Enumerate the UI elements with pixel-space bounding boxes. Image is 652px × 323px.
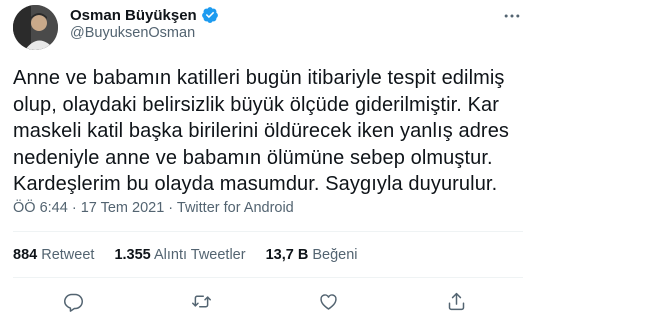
more-icon <box>504 14 520 18</box>
retweets-stat[interactable]: 884 Retweet <box>13 247 94 263</box>
divider <box>13 277 523 278</box>
likes-stat[interactable]: 13,7 B Beğeni <box>266 247 358 263</box>
avatar-image <box>13 5 58 50</box>
divider <box>13 231 523 232</box>
retweets-label: Retweet <box>41 247 95 263</box>
quotes-label: Alıntı Tweetler <box>153 247 246 263</box>
like-button[interactable] <box>314 287 342 315</box>
likes-count: 13,7 B <box>265 247 309 263</box>
tweet-text-line: olup, olaydaki belirsizlik büyük ölçüde … <box>13 93 500 116</box>
tweet-text-line: nedeniyle anne ve babamın ölümüne sebep … <box>13 146 493 169</box>
retweets-count: 884 <box>13 247 38 263</box>
share-button[interactable] <box>442 287 470 315</box>
quotes-stat[interactable]: 1.355 Alıntı Tweetler <box>114 247 245 263</box>
name-row: Osman Büyükşen <box>70 6 219 24</box>
tweet-card: Osman Büyükşen @BuyuksenOsman Anne ve ba… <box>0 0 652 323</box>
retweet-icon <box>191 295 211 307</box>
share-icon <box>448 292 464 310</box>
likes-label: Beğeni <box>312 247 358 263</box>
retweet-button[interactable] <box>187 287 215 315</box>
avatar[interactable] <box>13 5 58 50</box>
reply-icon <box>63 293 83 312</box>
display-name[interactable]: Osman Büyükşen <box>70 7 197 24</box>
tweet-stats: 884 Retweet 1.355 Alıntı Tweetler 13,7 B… <box>13 247 378 263</box>
like-icon <box>319 293 337 310</box>
tweet-text-line: Anne ve babamın katilleri bugün itibariy… <box>13 67 505 89</box>
tweet-text-line: Kardeşlerim bu olayda masumdur. Saygıyla… <box>13 173 498 195</box>
verified-badge-icon <box>201 6 219 24</box>
more-options-button[interactable] <box>500 4 524 28</box>
user-handle[interactable]: @BuyuksenOsman <box>70 25 195 41</box>
reply-button[interactable] <box>59 287 87 315</box>
tweet-timestamp[interactable]: ÖÖ 6:44 · 17 Tem 2021 · Twitter for Andr… <box>13 200 294 216</box>
tweet-actions <box>0 287 652 315</box>
tweet-text: Anne ve babamın katilleri bugün itibariy… <box>13 65 573 198</box>
quotes-count: 1.355 <box>114 247 151 263</box>
tweet-text-line: maskeli katil başka birilerini öldürecek… <box>13 120 510 142</box>
